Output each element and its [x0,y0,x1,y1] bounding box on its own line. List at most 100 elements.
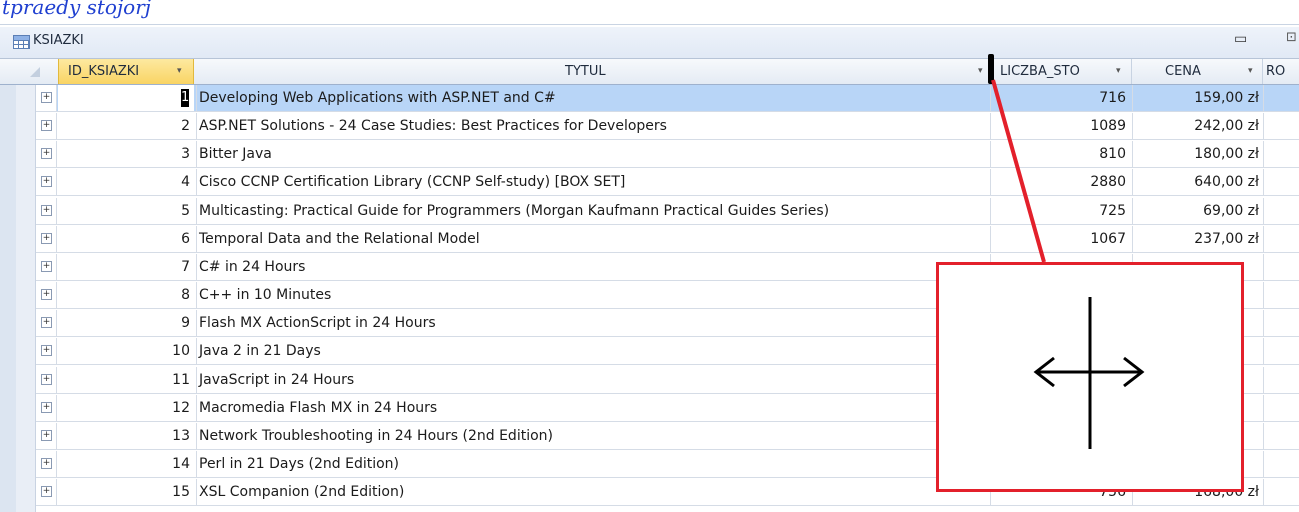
expand-cell[interactable]: + [36,479,57,506]
cell-tytul[interactable]: C# in 24 Hours [196,253,990,280]
cell-ro[interactable] [1263,282,1299,309]
cell-cena[interactable]: 237,00 zł [1132,225,1263,252]
expand-icon[interactable]: + [41,457,52,469]
cell-id-ksiazki[interactable]: 8 [58,282,194,308]
cell-tytul[interactable]: Developing Web Applications with ASP.NET… [196,85,990,111]
table-row[interactable]: +6 Temporal Data and the Relational Model… [36,225,1299,253]
expand-cell[interactable]: + [36,253,57,280]
table-row[interactable]: +1 Developing Web Applications with ASP.N… [36,85,1299,112]
expand-icon[interactable]: + [41,148,52,160]
cell-ro[interactable] [1263,225,1299,252]
cell-ro[interactable] [1263,479,1299,506]
expand-cell[interactable]: + [36,113,57,140]
cell-cena[interactable]: 159,00 zł [1132,85,1263,111]
expand-icon[interactable]: + [41,232,52,244]
cell-id-ksiazki[interactable]: 14 [58,451,194,477]
cell-cena[interactable]: 69,00 zł [1132,197,1263,224]
cell-tytul[interactable]: Bitter Java [196,141,990,168]
cell-liczba-stron[interactable]: 716 [990,85,1132,111]
cell-id-ksiazki[interactable]: 2 [58,113,194,139]
expand-cell[interactable]: + [36,422,57,449]
table-row[interactable]: +4 Cisco CCNP Certification Library (CCNP… [36,169,1299,197]
cell-ro[interactable] [1263,141,1299,168]
expand-icon[interactable]: + [41,373,52,385]
cell-id-ksiazki[interactable]: 10 [58,338,194,364]
cell-tytul[interactable]: Java 2 in 21 Days [196,338,990,365]
cell-tytul[interactable]: JavaScript in 24 Hours [196,366,990,393]
table-row[interactable]: +2 ASP.NET Solutions - 24 Case Studies: B… [36,113,1299,141]
table-row[interactable]: +5 Multicasting: Practical Guide for Prog… [36,197,1299,225]
cell-ro[interactable] [1263,113,1299,140]
expand-icon[interactable]: + [41,92,52,103]
column-header-liczba-stron[interactable]: LICZBA_STO ▾ [990,59,1132,84]
expand-cell[interactable]: + [36,450,57,477]
cell-liczba-stron[interactable]: 1089 [990,113,1132,140]
cell-ro[interactable] [1263,310,1299,337]
expand-cell[interactable]: + [36,85,57,111]
select-all-corner[interactable] [16,59,56,84]
cell-tytul[interactable]: Perl in 21 Days (2nd Edition) [196,450,990,477]
expand-icon[interactable]: + [41,260,52,272]
expand-cell[interactable]: + [36,338,57,365]
cell-tytul[interactable]: ASP.NET Solutions - 24 Case Studies: Bes… [196,113,990,140]
cell-id-ksiazki[interactable]: 11 [58,367,194,393]
expand-icon[interactable]: + [41,289,52,301]
cell-id-ksiazki[interactable]: 7 [58,254,194,280]
cell-id-ksiazki[interactable]: 6 [58,226,194,252]
cell-ro[interactable] [1263,366,1299,393]
expand-icon[interactable]: + [41,176,52,188]
cell-tytul[interactable]: Flash MX ActionScript in 24 Hours [196,310,990,337]
sort-dropdown-icon[interactable]: ▾ [978,59,983,84]
cell-ro[interactable] [1263,338,1299,365]
sort-dropdown-icon[interactable]: ▾ [1248,59,1253,84]
cell-ro[interactable] [1263,422,1299,449]
column-resize-marker[interactable] [988,54,994,84]
expand-cell[interactable]: + [36,169,57,196]
expand-icon[interactable]: + [41,120,52,132]
cell-cena[interactable]: 180,00 zł [1132,141,1263,168]
cell-ro[interactable] [1263,394,1299,421]
expand-cell[interactable]: + [36,282,57,309]
cell-ro[interactable] [1263,450,1299,477]
column-header-ro[interactable]: RO [1263,59,1299,84]
expand-cell[interactable]: + [36,394,57,421]
cell-liczba-stron[interactable]: 1067 [990,225,1132,252]
expand-cell[interactable]: + [36,310,57,337]
expand-icon[interactable]: + [41,429,52,441]
restore-icon[interactable]: ⊡ [1286,30,1297,45]
cell-liczba-stron[interactable]: 725 [990,197,1132,224]
sort-dropdown-icon[interactable]: ▾ [177,59,182,84]
column-header-id-ksiazki[interactable]: ID_KSIAZKI ▾ [58,59,194,84]
cell-id-ksiazki[interactable]: 15 [58,479,194,505]
cell-ro[interactable] [1263,169,1299,196]
cell-tytul[interactable]: Macromedia Flash MX in 24 Hours [196,394,990,421]
record-selector-column[interactable] [16,85,36,512]
cell-id-ksiazki[interactable]: 4 [58,169,194,195]
cell-id-ksiazki[interactable]: 5 [58,198,194,224]
cell-tytul[interactable]: Network Troubleshooting in 24 Hours (2nd… [196,422,990,449]
cell-id-ksiazki[interactable]: 3 [58,141,194,167]
minimize-icon[interactable]: ▭ [1234,31,1247,47]
cell-tytul[interactable]: Multicasting: Practical Guide for Progra… [196,197,990,224]
cell-tytul[interactable]: Temporal Data and the Relational Model [196,225,990,252]
cell-liczba-stron[interactable]: 2880 [990,169,1132,196]
column-header-cena[interactable]: CENA ▾ [1132,59,1263,84]
expand-icon[interactable]: + [41,317,52,329]
cell-cena[interactable]: 242,00 zł [1132,113,1263,140]
cell-id-ksiazki[interactable]: 13 [58,423,194,449]
cell-id-ksiazki[interactable]: 1 [58,85,194,111]
cell-tytul[interactable]: XSL Companion (2nd Edition) [196,479,990,506]
expand-icon[interactable]: + [41,401,52,413]
cell-id-ksiazki[interactable]: 9 [58,310,194,336]
expand-cell[interactable]: + [36,197,57,224]
sort-dropdown-icon[interactable]: ▾ [1116,59,1121,84]
cell-tytul[interactable]: C++ in 10 Minutes [196,282,990,309]
expand-icon[interactable]: + [41,345,52,357]
cell-liczba-stron[interactable]: 810 [990,141,1132,168]
expand-icon[interactable]: + [41,204,52,216]
table-row[interactable]: +3 Bitter Java 810 180,00 zł [36,141,1299,169]
cell-ro[interactable] [1263,85,1299,111]
expand-cell[interactable]: + [36,141,57,168]
expand-icon[interactable]: + [41,486,52,498]
cell-tytul[interactable]: Cisco CCNP Certification Library (CCNP S… [196,169,990,196]
